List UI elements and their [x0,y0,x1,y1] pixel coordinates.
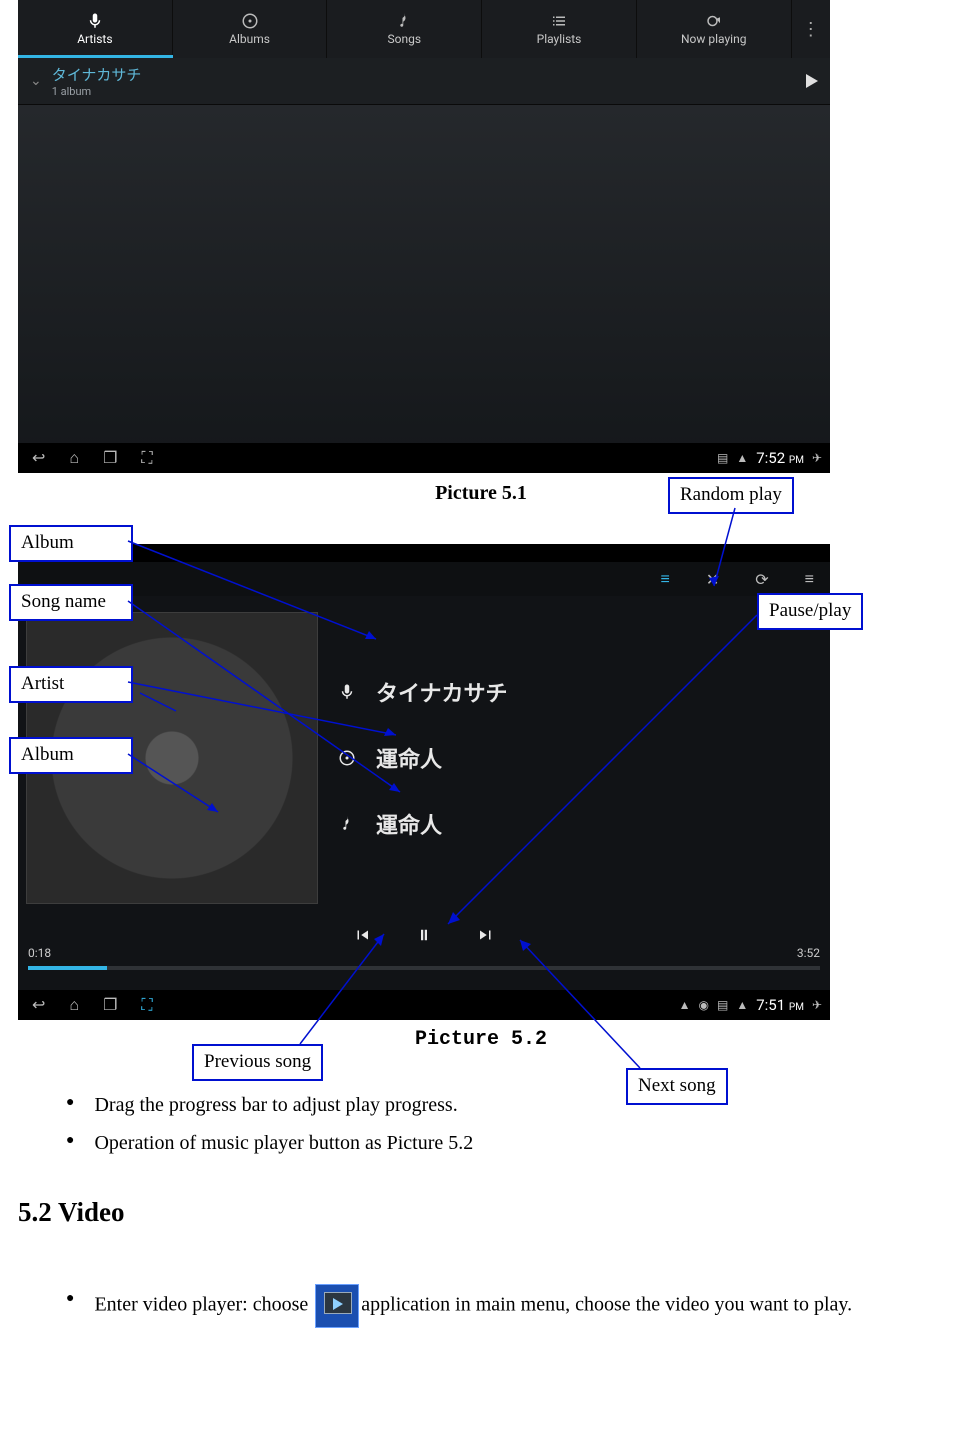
music-tabs: Artists Albums Songs Playlists Now playi… [18,0,830,58]
tab-label: Now playing [681,32,746,46]
artist-name: タイナカサチ [52,64,796,85]
tab-now-playing[interactable]: Now playing [637,0,792,58]
picture-5-1-caption: Picture 5.1 [0,482,962,505]
bullet-dot: ● [66,1088,74,1122]
picture-icon: ▤ [717,451,728,465]
shuffle-icon[interactable]: ✕ [706,570,719,589]
tab-label: Songs [388,32,422,46]
np-artist-row: タイナカサチ [338,676,822,708]
recent-icon[interactable]: ❐ [103,448,117,468]
picture-icon: ▤ [717,998,728,1012]
playlist-icon[interactable]: ≡ [661,569,670,589]
screenshot-icon[interactable]: ⛶ [141,448,152,468]
warning-icon: ▲ [736,998,748,1012]
picture-5-2-caption: Picture 5.2 [0,1028,962,1051]
home-icon[interactable]: ⌂ [69,995,79,1015]
system-bar: ↩ ⌂ ❐ ⛶ ▤ ▲ 7:52 PM ✈ [18,443,830,473]
music-artists-screenshot: Artists Albums Songs Playlists Now playi… [18,0,830,473]
system-bar: ↩ ⌂ ❐ ⛶ ▲ ◉ ▤ ▲ 7:51 PM ✈ [18,990,830,1020]
total-time: 3:52 [797,946,820,960]
elapsed-time: 0:18 [28,946,51,960]
back-icon[interactable]: ↩ [32,448,45,468]
more-icon: ⋮ [802,19,820,40]
mic-icon [338,683,356,701]
overflow-menu[interactable]: ⋮ [792,0,830,58]
label-random-play: Random play [668,477,794,514]
music-now-playing-screenshot: Music ≡ ✕ ⟳ ≡ タイナカサチ 運命人 運命人 [18,544,830,1020]
chevron-down-icon: ⌄ [30,73,42,89]
airplane-icon: ✈ [812,998,822,1012]
recent-icon[interactable]: ❐ [103,995,117,1015]
heading-5-2-video: 5.2 Video [18,1197,125,1228]
status-bar: Music [18,544,830,562]
next-icon[interactable] [477,926,495,944]
label-song-name: Song name [9,584,133,621]
screenshot-icon[interactable]: ⛶ [141,995,152,1015]
pause-icon[interactable] [415,926,433,944]
disc-icon: ◉ [699,998,709,1012]
mic-icon [86,12,104,30]
tab-label: Artists [77,32,112,46]
clock: 7:51 PM [756,996,804,1014]
tab-songs[interactable]: Songs [327,0,482,58]
tab-label: Albums [229,32,270,46]
np-song: 運命人 [376,808,442,840]
airplane-icon: ✈ [812,451,822,465]
disc-icon [338,749,356,767]
artist-row[interactable]: ⌄ タイナカサチ 1 album [18,58,830,105]
clock: 7:52 PM [756,449,804,467]
label-album: Album [9,525,133,562]
label-pause-play: Pause/play [757,593,863,630]
prev-icon[interactable] [353,926,371,944]
bullet-1: Drag the progress bar to adjust play pro… [94,1088,457,1122]
tab-albums[interactable]: Albums [173,0,328,58]
np-artist: タイナカサチ [376,676,508,708]
now-playing-toolbar: ≡ ✕ ⟳ ≡ [18,562,830,596]
bullet-2: Operation of music player button as Pict… [94,1126,473,1160]
treble-icon [338,815,356,833]
label-previous-song: Previous song [192,1044,323,1081]
playback-controls [18,920,830,946]
video-bullet: Enter video player: choose application i… [94,1284,852,1328]
warning-icon: ▲ [679,998,691,1012]
home-icon[interactable]: ⌂ [69,448,79,468]
artist-subtitle: 1 album [52,85,796,98]
more-icon[interactable]: ≡ [805,569,814,589]
back-icon[interactable]: ↩ [32,995,45,1015]
repeat-icon[interactable]: ⟳ [755,570,768,589]
play-icon[interactable] [806,74,818,88]
progress-bar[interactable] [28,966,820,970]
nowplay-icon [705,12,723,30]
tab-playlists[interactable]: Playlists [482,0,637,58]
np-song-row: 運命人 [338,808,822,840]
bullet-dot: ● [66,1126,74,1160]
list-icon [550,12,568,30]
warning-icon: ▲ [736,451,748,465]
bullet-dot: ● [66,1284,74,1314]
np-album-row: 運命人 [338,742,822,774]
tab-label: Playlists [537,32,582,46]
treble-icon [395,12,413,30]
label-album-art: Album [9,737,133,774]
disc-icon [241,12,259,30]
np-album: 運命人 [376,742,442,774]
video-player-app-icon [315,1284,359,1328]
label-artist: Artist [9,666,133,703]
tab-artists[interactable]: Artists [18,0,173,58]
